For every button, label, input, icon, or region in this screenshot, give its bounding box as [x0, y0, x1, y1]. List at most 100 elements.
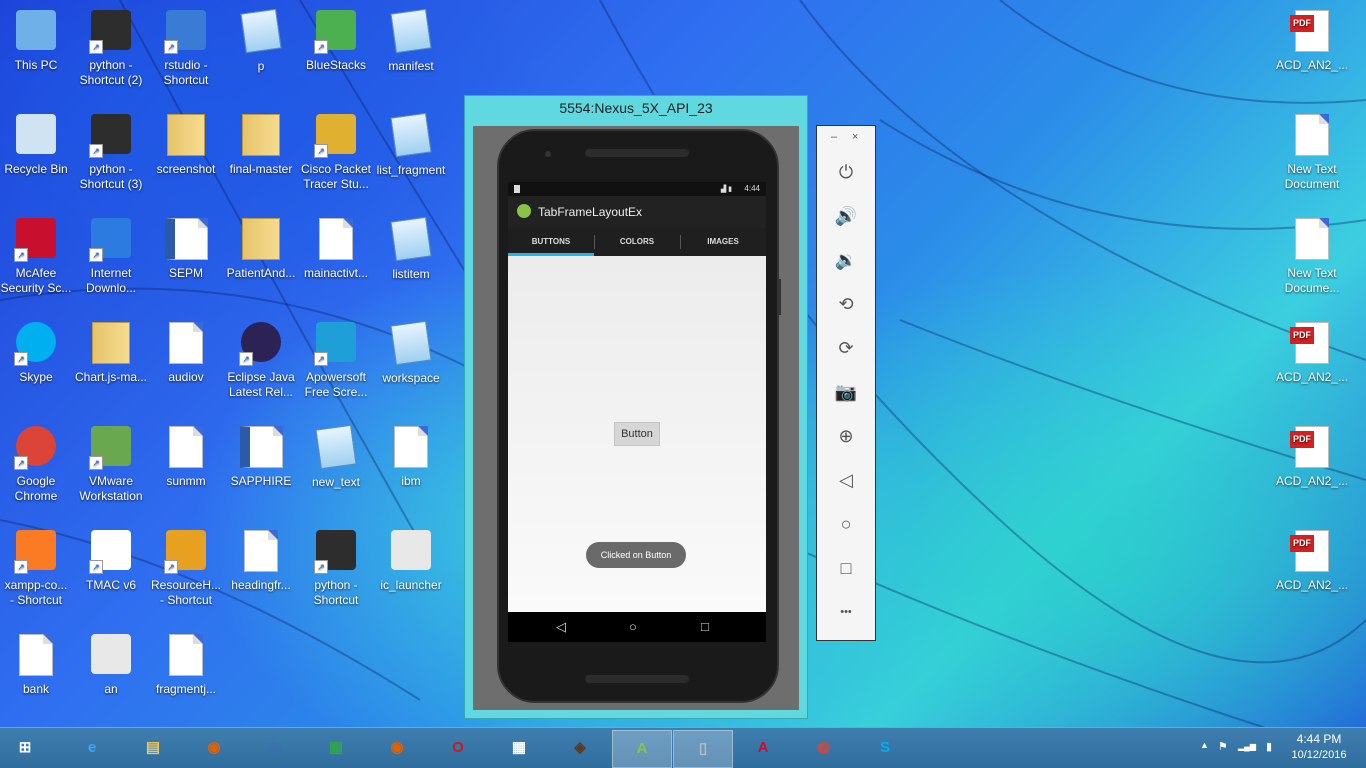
desktop-icon[interactable]: ↗ Google Chrome: [0, 424, 72, 504]
sync-app-icon[interactable]: ◎: [246, 730, 304, 766]
desktop-icon[interactable]: PDF ACD_AN2_...: [1276, 424, 1348, 489]
desktop-icon[interactable]: ↗ Skype: [0, 320, 72, 385]
desktop-icon[interactable]: ↗ rstudio - Shortcut: [150, 8, 222, 88]
overview-icon[interactable]: □: [834, 556, 858, 580]
desktop-icon-label: This PC: [14, 58, 58, 72]
zoom-icon[interactable]: ⊕: [834, 424, 858, 448]
nav-back-icon[interactable]: ◁: [556, 620, 566, 634]
desktop-icon[interactable]: ↗ VMware Workstation: [75, 424, 147, 504]
desktop-icon[interactable]: SAPPHIRE: [225, 424, 297, 489]
store-icon[interactable]: ▦: [307, 730, 365, 766]
desktop-icon[interactable]: headingfr...: [225, 528, 297, 593]
desktop-icon[interactable]: New Text Document: [1276, 112, 1348, 192]
nav-home-icon[interactable]: ○: [629, 620, 637, 634]
status-time: 4:44: [744, 184, 760, 193]
volume-down-icon[interactable]: 🔉: [834, 248, 858, 272]
start-button[interactable]: ⊞: [0, 730, 54, 766]
volume-up-icon[interactable]: 🔊: [834, 204, 858, 228]
desktop-icon[interactable]: ↗ ResourceH... - Shortcut: [150, 528, 222, 608]
internet-explorer-icon[interactable]: e: [63, 730, 121, 766]
desktop-icon[interactable]: audiov: [150, 320, 222, 385]
desktop-icon[interactable]: fragmentj...: [150, 632, 222, 697]
desktop-icon[interactable]: Chart.js-ma...: [75, 320, 147, 385]
clock[interactable]: 4:44 PM 10/12/2016: [1284, 732, 1354, 761]
nav-recents-icon[interactable]: □: [701, 620, 709, 634]
desktop-icon[interactable]: New Text Docume...: [1276, 216, 1348, 296]
tab-colors[interactable]: COLORS: [594, 228, 680, 256]
desktop-icon[interactable]: mainactivt...: [300, 216, 372, 281]
tab-images[interactable]: IMAGES: [680, 228, 766, 256]
desktop-icon[interactable]: ↗ McAfee Security Sc...: [0, 216, 72, 296]
android-emulator-icon[interactable]: ▯: [673, 730, 733, 768]
desktop-icon[interactable]: listitem: [375, 216, 447, 282]
desktop-icon[interactable]: ↗ python - Shortcut (3): [75, 112, 147, 192]
desktop-icon[interactable]: ↗ python - Shortcut (2): [75, 8, 147, 88]
media-player-icon[interactable]: ◈: [551, 730, 609, 766]
desktop-icon[interactable]: ↗ Internet Downlo...: [75, 216, 147, 296]
desktop-icon[interactable]: screenshot: [150, 112, 222, 177]
desktop-icon[interactable]: PatientAnd...: [225, 216, 297, 281]
camera-icon[interactable]: 📷: [834, 380, 858, 404]
desktop-icon[interactable]: manifest: [375, 8, 447, 74]
desktop-icon[interactable]: ↗ xampp-co... - Shortcut: [0, 528, 72, 608]
desktop-icon[interactable]: SEPM: [150, 216, 222, 281]
desktop-icon[interactable]: workspace: [375, 320, 447, 386]
desktop-icon[interactable]: PDF ACD_AN2_...: [1276, 528, 1348, 593]
home-icon[interactable]: ○: [834, 512, 858, 536]
text-document-icon: [389, 112, 433, 159]
acrobat-icon[interactable]: A: [734, 730, 792, 766]
desktop-icon[interactable]: new_text: [300, 424, 372, 490]
network-signal-icon[interactable]: ▂▄▆: [1238, 742, 1256, 751]
rotate-left-icon[interactable]: ⟲: [834, 292, 858, 316]
firefox-icon[interactable]: ◉: [185, 730, 243, 766]
action-center-flag-icon[interactable]: ⚑: [1218, 740, 1228, 753]
apps-grid-icon[interactable]: ▦: [490, 730, 548, 766]
desktop-icon[interactable]: ↗ Cisco Packet Tracer Stu...: [300, 112, 372, 192]
desktop-icon[interactable]: ↗ Eclipse Java Latest Rel...: [225, 320, 297, 400]
desktop-icon-label: ACD_AN2_...: [1276, 474, 1349, 488]
pdf-icon: PDF: [1290, 426, 1334, 470]
desktop-icon-label: bank: [22, 682, 50, 696]
battery-icon[interactable]: ▮: [1266, 740, 1272, 753]
more-icon[interactable]: •••: [834, 600, 858, 624]
opera-icon[interactable]: O: [429, 730, 487, 766]
desktop-icon[interactable]: list_fragment: [375, 112, 447, 178]
chrome-icon[interactable]: ◍: [795, 730, 853, 766]
desktop-icon[interactable]: ↗ TMAC v6: [75, 528, 147, 593]
desktop-icon[interactable]: ibm: [375, 424, 447, 489]
text-document-icon: [389, 320, 433, 367]
minimize-icon[interactable]: –: [831, 131, 837, 143]
shortcut-arrow-icon: ↗: [89, 560, 103, 574]
desktop-icon[interactable]: ic_launcher: [375, 528, 447, 593]
file-explorer-icon[interactable]: ▤: [124, 730, 182, 766]
firefox-icon-2[interactable]: ◉: [368, 730, 426, 766]
power-icon[interactable]: ⏻: [834, 160, 858, 184]
python-file-icon: [164, 322, 208, 366]
app-button[interactable]: Button: [614, 422, 660, 446]
device-screen[interactable]: ▟ ▮ 4:44 TabFrameLayoutEx BUTTONS COLORS…: [508, 182, 766, 642]
skype-icon[interactable]: S: [856, 730, 914, 766]
toolbar-header: – ×: [817, 126, 875, 152]
android-studio-icon[interactable]: A: [612, 730, 672, 768]
desktop-icon[interactable]: an: [75, 632, 147, 697]
desktop-icon[interactable]: ↗ Apowersoft Free Scre...: [300, 320, 372, 400]
desktop-icon[interactable]: ↗ BlueStacks: [300, 8, 372, 73]
desktop-icon[interactable]: ↗ python - Shortcut: [300, 528, 372, 608]
show-hidden-icons-icon[interactable]: ▲: [1200, 740, 1209, 750]
desktop-icon[interactable]: This PC: [0, 8, 72, 73]
recycle-bin-icon: [14, 114, 58, 158]
emulator-window[interactable]: 5554:Nexus_5X_API_23 ▟ ▮ 4:44 TabFrameLa…: [464, 95, 808, 719]
desktop-icon[interactable]: PDF ACD_AN2_...: [1276, 8, 1348, 73]
desktop-icon[interactable]: PDF ACD_AN2_...: [1276, 320, 1348, 385]
shortcut-arrow-icon: ↗: [164, 560, 178, 574]
desktop-icon[interactable]: p: [225, 8, 297, 74]
desktop-icon[interactable]: Recycle Bin: [0, 112, 72, 177]
desktop-icon[interactable]: bank: [0, 632, 72, 697]
back-icon[interactable]: ◁: [834, 468, 858, 492]
close-icon[interactable]: ×: [852, 131, 858, 143]
rotate-right-icon[interactable]: ⟳: [834, 336, 858, 360]
desktop-icon[interactable]: sunmm: [150, 424, 222, 489]
desktop-icon-label: ic_launcher: [380, 578, 442, 592]
tab-buttons[interactable]: BUTTONS: [508, 228, 594, 256]
desktop-icon[interactable]: final-master: [225, 112, 297, 177]
